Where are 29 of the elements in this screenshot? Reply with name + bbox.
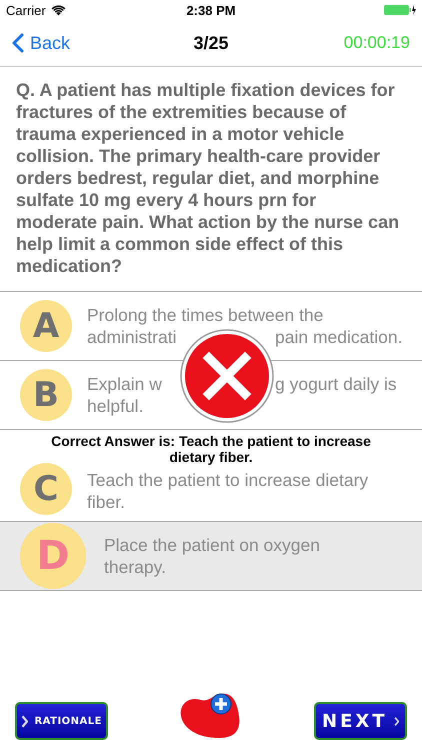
- question-text: Q. A patient has multiple fixation devices for fractures of the extremities because of trauma experienced in a motor vehicle collision. The primary health-care provider orders bedrest, regular diet, and morphine sulfate 10 mg every 4 hours prn for moderate pain. What action by the nurse can help limit a common side effect of this medication?: [0, 67, 422, 292]
- option-text: g yogurt daily is: [275, 373, 397, 395]
- letter-badge: D: [20, 523, 86, 589]
- battery-icon: [384, 4, 416, 16]
- option-text: Explain w: [87, 373, 163, 395]
- clock-time: 2:38 PM: [186, 2, 236, 18]
- option-text: helpful.: [87, 395, 144, 417]
- letter-badge: B: [20, 369, 72, 421]
- wifi-icon: [50, 4, 66, 16]
- question-counter: 3/25: [193, 32, 229, 54]
- option-text: fiber.: [87, 491, 126, 513]
- letter-badge: A: [20, 300, 72, 352]
- chevron-right-icon: [21, 714, 28, 728]
- timer-text: 00:00:19: [342, 33, 410, 53]
- option-text: therapy.: [104, 556, 167, 578]
- option-text: Place the patient on oxygen: [104, 534, 320, 556]
- answer-option[interactable]: D Place the patient on oxygen therapy.: [0, 522, 422, 591]
- option-text: Teach the patient to increase dietary: [87, 469, 368, 491]
- option-text: administrati: [87, 326, 178, 348]
- back-button[interactable]: Back: [12, 32, 112, 54]
- option-text: Prolong the times between the: [87, 304, 324, 326]
- wrong-answer-icon: [179, 328, 275, 424]
- correct-answer-text: Correct Answer is: Teach the patient to increase dietary fiber.: [50, 433, 372, 465]
- carrier-name: Carrier: [6, 2, 46, 18]
- chevron-left-icon: [12, 33, 24, 53]
- option-text: pain medication.: [275, 326, 402, 348]
- letter-badge: C: [20, 463, 72, 515]
- next-button[interactable]: NEXT: [314, 702, 407, 740]
- rationale-button[interactable]: RATIONALE: [15, 702, 108, 740]
